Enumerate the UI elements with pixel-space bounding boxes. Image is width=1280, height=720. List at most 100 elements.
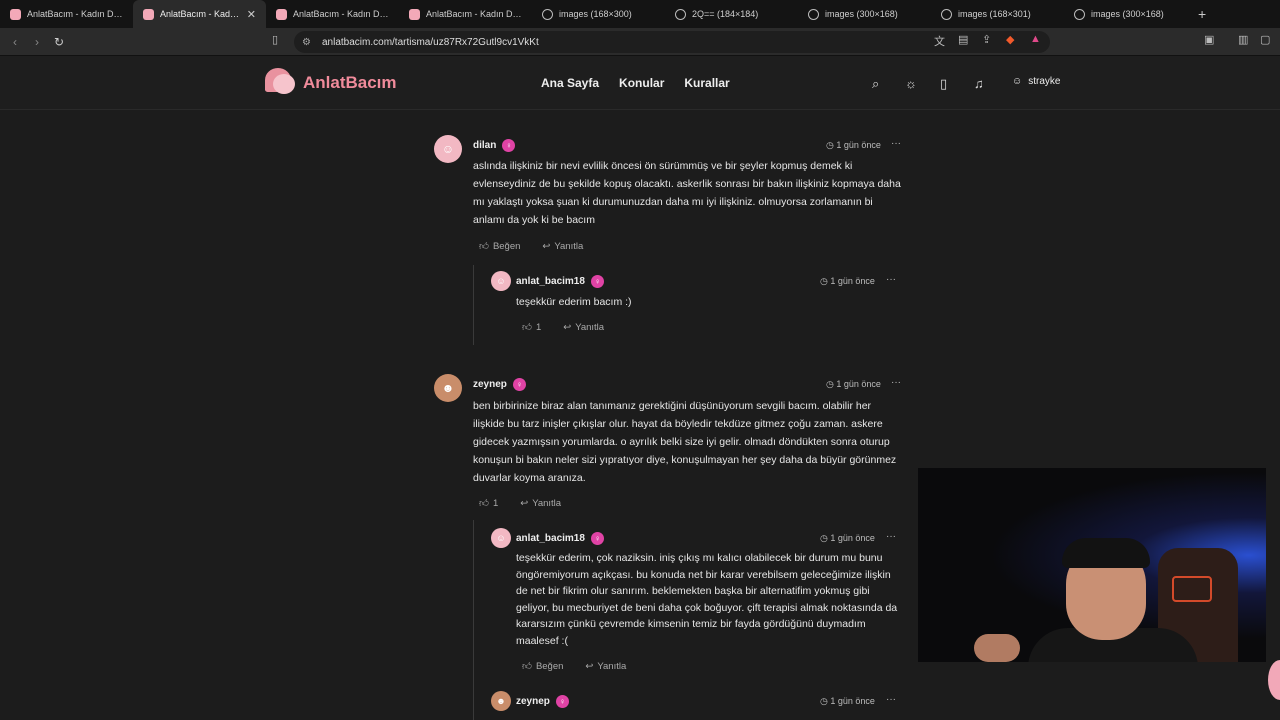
clock-icon: ◷ <box>820 533 831 543</box>
nav-topics[interactable]: Konular <box>619 76 664 90</box>
like-button[interactable]: 👍︎ Beğen <box>479 240 520 253</box>
like-button[interactable]: 👍︎ 1 <box>479 497 499 510</box>
time-text: 1 gün önce <box>830 276 875 286</box>
back-icon[interactable]: ‹ <box>4 35 26 49</box>
user-icon: ☻ <box>441 381 455 395</box>
globe-icon <box>675 8 686 20</box>
browser-tab[interactable]: images (168×301) <box>931 0 1064 28</box>
search-icon[interactable]: ⌕ <box>872 76 879 92</box>
forward-icon[interactable]: › <box>26 35 48 49</box>
browser-tab[interactable]: AnlatBacım - Kadın Destek <box>0 0 133 28</box>
like-button[interactable]: 👍︎ Beğen <box>522 660 563 673</box>
person-hand <box>974 634 1020 662</box>
reply-button[interactable]: ↩ Yanıtla <box>585 660 626 672</box>
wallet-icon[interactable]: ▣ <box>1204 33 1214 46</box>
window-icon[interactable]: ▢ <box>1260 33 1270 46</box>
comment-actions: 👍︎ 1 ↩ Yanıtla <box>479 497 561 510</box>
thumbs-up-icon: 👍︎ <box>479 241 489 252</box>
sidebar-icon[interactable]: ▥ <box>1238 33 1248 46</box>
browser-tab[interactable]: AnlatBacım - Kadın Destek <box>399 0 532 28</box>
bookmark-page-icon[interactable]: ▯ <box>272 33 278 46</box>
user-icon: ☺ <box>441 142 455 156</box>
chat-heart-logo-icon <box>265 68 297 98</box>
comment-time: ◷ 1 gün önce <box>820 696 875 707</box>
thread-line <box>473 265 474 345</box>
reload-icon[interactable]: ↻ <box>48 35 70 49</box>
user-menu[interactable]: ☺ strayke <box>1012 76 1060 87</box>
thumbs-up-icon: 👍︎ <box>522 661 532 672</box>
clock-icon: ◷ <box>820 696 831 706</box>
browser-tab[interactable]: AnlatBacım - Kadın Destek <box>266 0 399 28</box>
browser-tab[interactable]: images (300×168) <box>798 0 931 28</box>
bookmark-icon[interactable]: ▯ <box>940 76 947 92</box>
reply-button[interactable]: ↩ Yanıtla <box>520 497 561 509</box>
female-badge-icon: ♀ <box>590 275 604 288</box>
female-badge-icon: ♀ <box>502 139 516 152</box>
comment-author[interactable]: zeynep ♀ <box>473 378 526 391</box>
main-nav: Ana Sayfa Konular Kurallar <box>541 76 730 90</box>
like-count: 1 <box>492 497 499 509</box>
comment-actions: 👍︎ Beğen ↩ Yanıtla <box>479 240 583 253</box>
theme-toggle-icon[interactable]: ☼ <box>905 76 917 91</box>
more-options-icon[interactable]: ··· <box>886 274 896 285</box>
site-favicon-icon <box>409 8 420 20</box>
nav-home[interactable]: Ana Sayfa <box>541 76 599 90</box>
site-settings-icon[interactable]: ⚙ <box>302 37 314 48</box>
globe-icon <box>542 8 553 20</box>
comment-author[interactable]: dilan ♀ <box>473 139 516 152</box>
thumbs-up-icon: 👍︎ <box>522 322 532 333</box>
tab-title: 2Q== (184×184) <box>692 9 759 19</box>
female-badge-icon: ♀ <box>555 695 569 708</box>
notification-bell-icon[interactable]: ♫ <box>974 76 984 91</box>
browser-tab[interactable]: images (300×168) <box>1064 0 1184 28</box>
translate-icon[interactable]: 文 <box>934 33 945 49</box>
reply-label: Yanıtla <box>532 497 562 509</box>
close-tab-icon[interactable]: ✕ <box>247 8 256 21</box>
comment-author[interactable]: anlat_bacim18 ♀ <box>516 275 604 288</box>
reply-button[interactable]: ↩ Yanıtla <box>542 240 583 252</box>
reply-icon: ↩ <box>542 240 551 252</box>
new-tab-button[interactable]: + <box>1198 6 1206 22</box>
browser-tab[interactable]: images (168×300) <box>532 0 665 28</box>
thread-line <box>473 520 474 720</box>
share-icon[interactable]: ⇪ <box>982 33 991 46</box>
username: strayke <box>1028 76 1061 87</box>
thumbs-up-icon: 👍︎ <box>479 498 489 509</box>
site-logo[interactable]: AnlatBacım <box>265 68 397 98</box>
comment-text: aslında ilişkiniz bir nevi evlilik önces… <box>473 160 901 226</box>
person-hair <box>1062 538 1150 568</box>
reply-button[interactable]: ↩ Yanıtla <box>563 321 604 333</box>
clock-icon: ◷ <box>820 276 831 286</box>
reply-icon: ↩ <box>520 497 529 509</box>
comment-time: ◷ 1 gün önce <box>826 140 881 151</box>
author-name: dilan <box>473 140 497 152</box>
comment-actions: 👍︎ 1 ↩ Yanıtla <box>522 321 604 334</box>
browser-tab[interactable]: 2Q== (184×184) <box>665 0 798 28</box>
female-badge-icon: ♀ <box>512 378 526 391</box>
comment-author[interactable]: anlat_bacim18 ♀ <box>516 532 604 545</box>
logo-text: AnlatBacım <box>303 73 397 92</box>
reader-mode-icon[interactable]: ▤ <box>958 33 968 46</box>
brave-shields-icon[interactable]: ◆ <box>1006 33 1014 46</box>
avatar: ☻ <box>434 374 462 402</box>
author-name: anlat_bacim18 <box>516 276 585 288</box>
more-options-icon[interactable]: ··· <box>886 531 896 542</box>
reply-icon: ↩ <box>585 660 594 672</box>
avatar: ☺ <box>491 271 511 291</box>
nav-rules[interactable]: Kurallar <box>684 76 729 90</box>
comment-text: ben birbirinize biraz alan tanımanız ger… <box>473 400 897 484</box>
brave-rewards-icon[interactable]: ▲ <box>1030 33 1041 45</box>
tab-title: images (168×301) <box>958 9 1031 19</box>
globe-icon <box>808 8 819 20</box>
user-icon: ☺ <box>496 533 506 543</box>
like-button[interactable]: 👍︎ 1 <box>522 321 541 334</box>
more-options-icon[interactable]: ··· <box>886 694 896 705</box>
female-badge-icon: ♀ <box>590 532 604 545</box>
comment-author[interactable]: zeynep ♀ <box>516 695 569 708</box>
tab-title: images (300×168) <box>1091 9 1164 19</box>
comment-text: teşekkür ederim, çok naziksin. iniş çıkı… <box>516 552 898 647</box>
avatar: ☺ <box>491 528 511 548</box>
more-options-icon[interactable]: ··· <box>891 138 901 149</box>
browser-tab-active[interactable]: AnlatBacım - Kadın De ✕ <box>133 0 266 28</box>
more-options-icon[interactable]: ··· <box>891 377 901 388</box>
